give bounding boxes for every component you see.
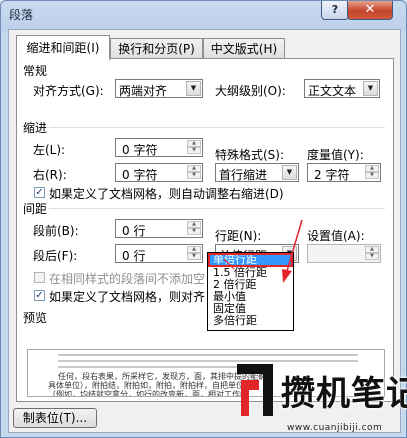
watermark: 攒机笔记 www.cuanjibiji.com xyxy=(233,360,407,438)
annotation-arrowhead xyxy=(282,269,292,283)
watermark-logo-icon xyxy=(237,364,273,416)
watermark-url: www.cuanjibiji.com xyxy=(287,423,383,433)
watermark-brand: 攒机笔记 xyxy=(281,374,407,414)
annotation-tick xyxy=(223,258,235,270)
annotation-arrow-line xyxy=(286,219,303,272)
